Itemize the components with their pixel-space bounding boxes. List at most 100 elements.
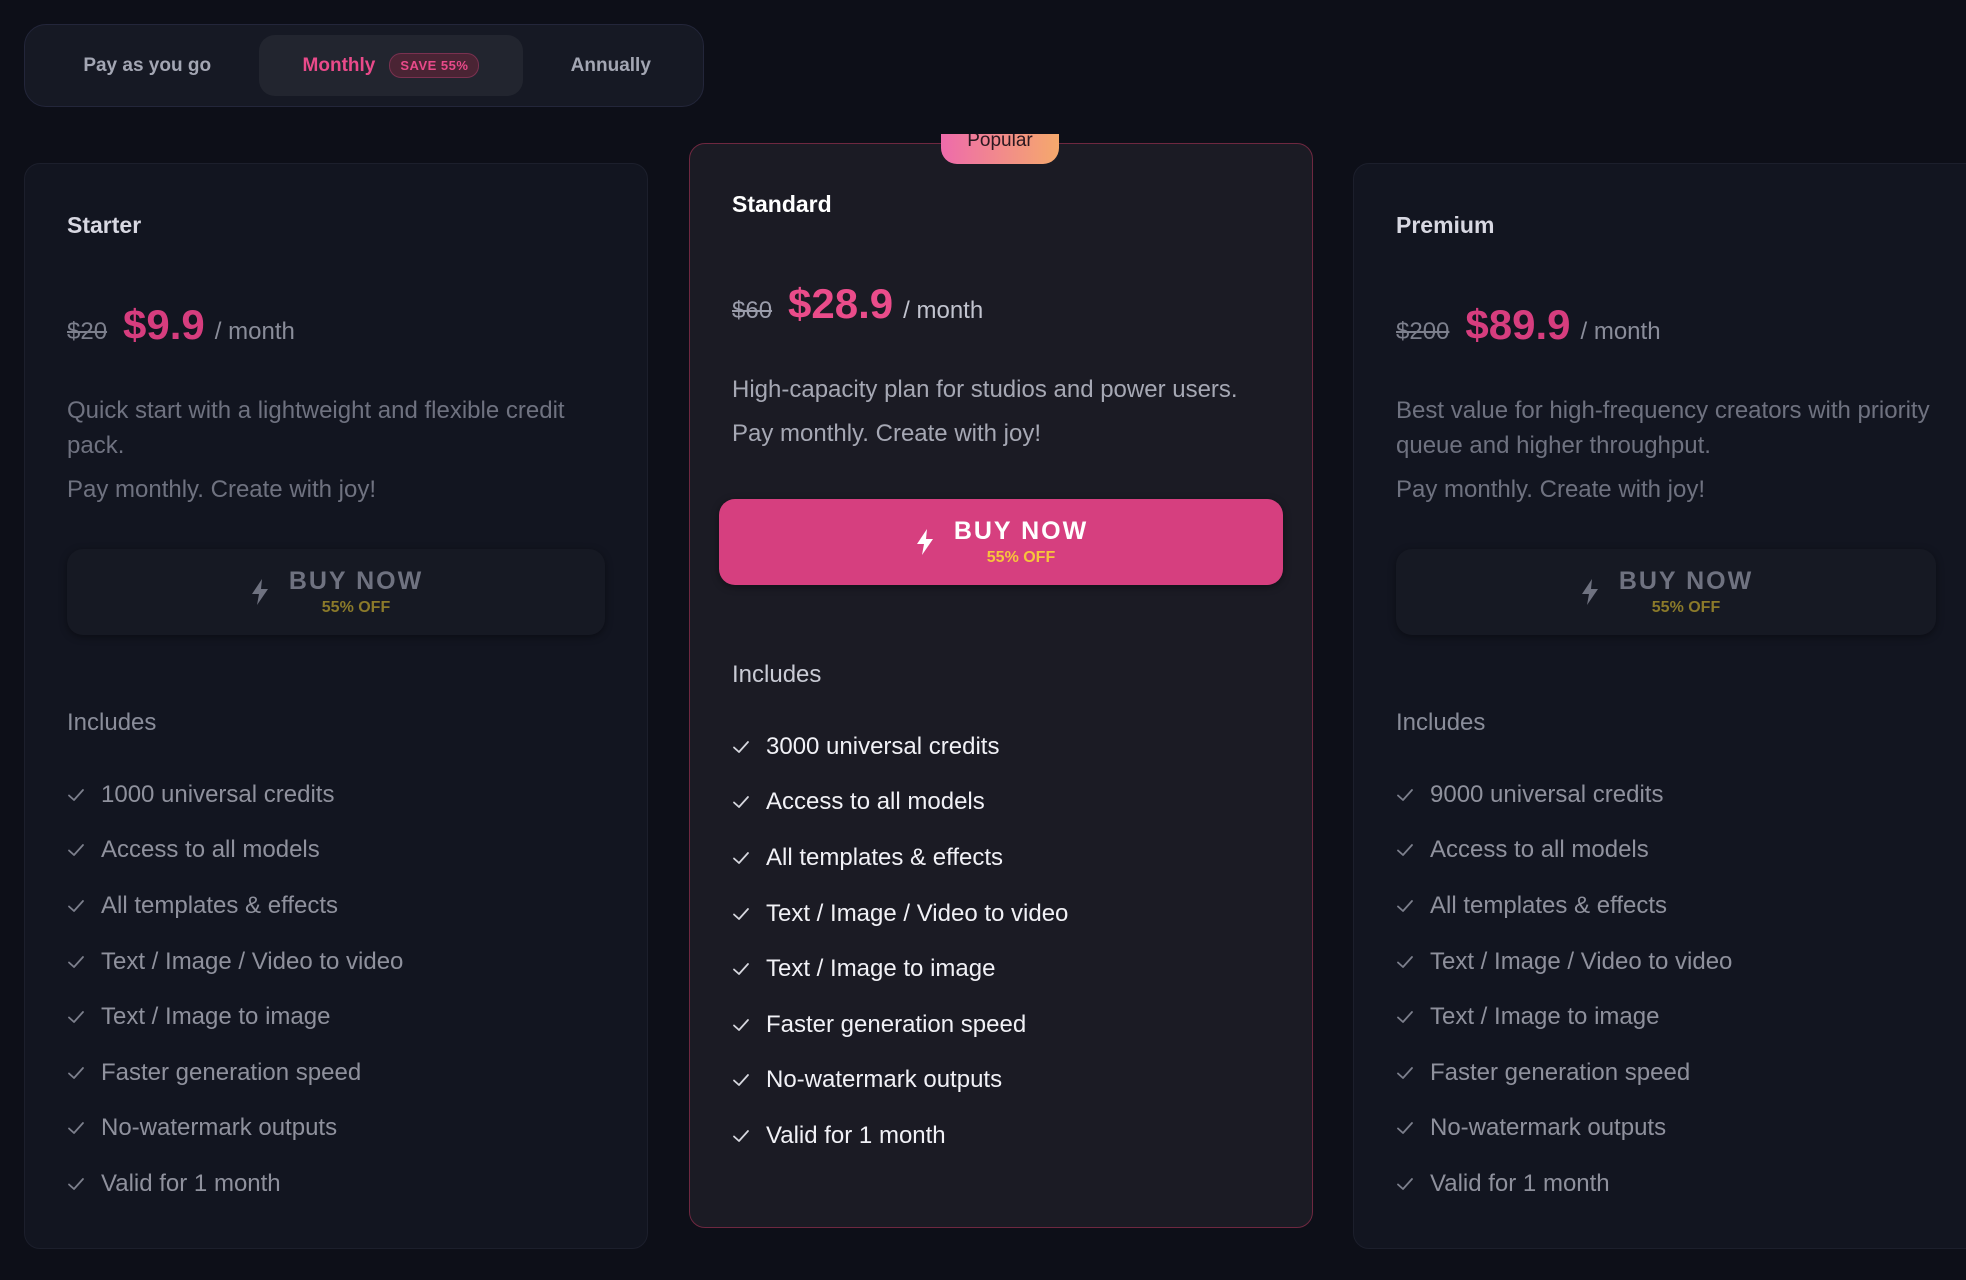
buy-label: BUY NOW xyxy=(288,567,424,595)
feature-text: Text / Image to image xyxy=(101,1003,331,1031)
check-icon xyxy=(68,1011,84,1024)
bolt-icon xyxy=(251,579,268,605)
feature-item: 1000 universal credits xyxy=(67,767,605,823)
feature-text: Access to all models xyxy=(1430,836,1649,864)
plan-description: Quick start with a lightweight and flexi… xyxy=(67,393,605,507)
check-icon xyxy=(733,1074,749,1087)
check-icon xyxy=(1397,1122,1413,1135)
check-icon xyxy=(68,955,84,968)
plan-name: Premium xyxy=(1396,212,1495,238)
buy-label: BUY NOW xyxy=(1618,567,1754,595)
billing-toggle: Pay as you go Monthly SAVE 55% Annually xyxy=(24,24,704,107)
feature-item: Faster generation speed xyxy=(67,1045,605,1101)
buy-now-button[interactable]: BUY NOW 55% OFF xyxy=(1396,549,1936,635)
billing-option-label: Monthly xyxy=(302,54,376,76)
feature-text: Faster generation speed xyxy=(101,1058,362,1086)
check-icon xyxy=(1397,1066,1413,1079)
feature-item: No-watermark outputs xyxy=(67,1101,605,1157)
feature-text: No-watermark outputs xyxy=(1430,1114,1667,1142)
check-icon xyxy=(1397,1178,1413,1190)
feature-item: Valid for 1 month xyxy=(732,1108,1270,1164)
feature-item: No-watermark outputs xyxy=(1396,1101,1950,1157)
billing-option-pay-as-you-go[interactable]: Pay as you go xyxy=(35,35,259,96)
check-icon xyxy=(68,844,84,857)
feature-text: 3000 universal credits xyxy=(766,732,1000,760)
tagline-text: Pay monthly. Create with joy! xyxy=(1396,476,1706,503)
plan-description: High-capacity plan for studios and power… xyxy=(732,372,1270,451)
price-row: $60 $28.9 / month xyxy=(732,280,1270,328)
check-icon xyxy=(733,796,749,809)
billing-option-monthly[interactable]: Monthly SAVE 55% xyxy=(259,35,523,96)
plan-name: Starter xyxy=(67,212,142,238)
feature-item: No-watermark outputs xyxy=(732,1053,1270,1109)
description-text: High-capacity plan for studios and power… xyxy=(732,376,1238,403)
buy-button-text: BUY NOW 55% OFF xyxy=(1619,567,1753,617)
plan-description: Best value for high-frequency creators w… xyxy=(1396,393,1952,507)
bolt-icon xyxy=(916,529,933,555)
feature-text: Access to all models xyxy=(101,836,320,864)
feature-text: 1000 universal credits xyxy=(101,780,335,808)
feature-text: Valid for 1 month xyxy=(1430,1169,1610,1197)
feature-item: Valid for 1 month xyxy=(67,1156,605,1212)
check-icon xyxy=(733,1018,749,1031)
check-icon xyxy=(1397,844,1413,857)
feature-text: Valid for 1 month xyxy=(766,1121,946,1149)
includes-title: Includes xyxy=(732,661,822,688)
buy-now-button[interactable]: BUY NOW 55% OFF xyxy=(67,549,605,635)
price-period: / month xyxy=(1580,318,1661,345)
feature-item: Access to all models xyxy=(732,775,1270,831)
feature-text: Text / Image / Video to video xyxy=(766,899,1069,927)
feature-item: All templates & effects xyxy=(1396,878,1950,934)
feature-list: 1000 universal credits Access to all mod… xyxy=(67,767,605,1212)
feature-text: 9000 universal credits xyxy=(1430,780,1664,808)
current-price: $28.9 xyxy=(788,280,894,327)
check-icon xyxy=(1397,788,1413,801)
feature-list: 3000 universal credits Access to all mod… xyxy=(732,719,1270,1164)
feature-item: Faster generation speed xyxy=(732,997,1270,1053)
current-price: $9.9 xyxy=(123,301,205,348)
current-price: $89.9 xyxy=(1465,301,1571,348)
feature-text: All templates & effects xyxy=(1430,891,1667,919)
plan-name: Standard xyxy=(732,191,832,217)
popular-badge: Popular xyxy=(941,134,1059,164)
check-icon xyxy=(68,1066,84,1079)
feature-text: No-watermark outputs xyxy=(101,1114,338,1142)
discount-label: 55% OFF xyxy=(321,599,391,616)
feature-item: 3000 universal credits xyxy=(732,719,1270,775)
check-icon xyxy=(733,963,749,976)
billing-option-annually[interactable]: Annually xyxy=(529,35,693,96)
buy-now-button[interactable]: BUY NOW 55% OFF xyxy=(719,499,1283,585)
feature-text: Faster generation speed xyxy=(766,1010,1027,1038)
check-icon xyxy=(733,740,749,753)
feature-item: Access to all models xyxy=(67,823,605,879)
bolt-icon xyxy=(1581,579,1598,605)
check-icon xyxy=(1397,900,1413,912)
feature-item: Text / Image / Video to video xyxy=(732,886,1270,942)
plan-card-premium: Premium $200 $89.9 / month Best value fo… xyxy=(1353,163,1966,1249)
price-row: $200 $89.9 / month xyxy=(1396,301,1950,349)
description-text: Best value for high-frequency creators w… xyxy=(1396,397,1930,459)
feature-text: Text / Image / Video to video xyxy=(1430,947,1733,975)
check-icon xyxy=(1397,1011,1413,1024)
feature-item: All templates & effects xyxy=(67,878,605,934)
check-icon xyxy=(68,900,84,912)
feature-text: Valid for 1 month xyxy=(101,1169,281,1197)
feature-text: Access to all models xyxy=(766,788,985,816)
tagline-text: Pay monthly. Create with joy! xyxy=(732,420,1042,447)
feature-list: 9000 universal credits Access to all mod… xyxy=(1396,767,1950,1212)
includes-title: Includes xyxy=(1396,709,1486,736)
buy-button-text: BUY NOW 55% OFF xyxy=(289,567,423,617)
save-badge: SAVE 55% xyxy=(389,53,480,78)
price-row: $20 $9.9 / month xyxy=(67,301,605,349)
feature-item: Access to all models xyxy=(1396,823,1950,879)
feature-text: Text / Image to image xyxy=(1430,1003,1660,1031)
feature-item: Valid for 1 month xyxy=(1396,1156,1950,1212)
feature-item: Faster generation speed xyxy=(1396,1045,1950,1101)
feature-text: Text / Image / Video to video xyxy=(101,947,404,975)
old-price: $200 xyxy=(1396,318,1450,345)
feature-item: All templates & effects xyxy=(732,830,1270,886)
feature-text: All templates & effects xyxy=(101,891,338,919)
check-icon xyxy=(733,852,749,864)
feature-item: 9000 universal credits xyxy=(1396,767,1950,823)
feature-item: Text / Image to image xyxy=(67,989,605,1045)
